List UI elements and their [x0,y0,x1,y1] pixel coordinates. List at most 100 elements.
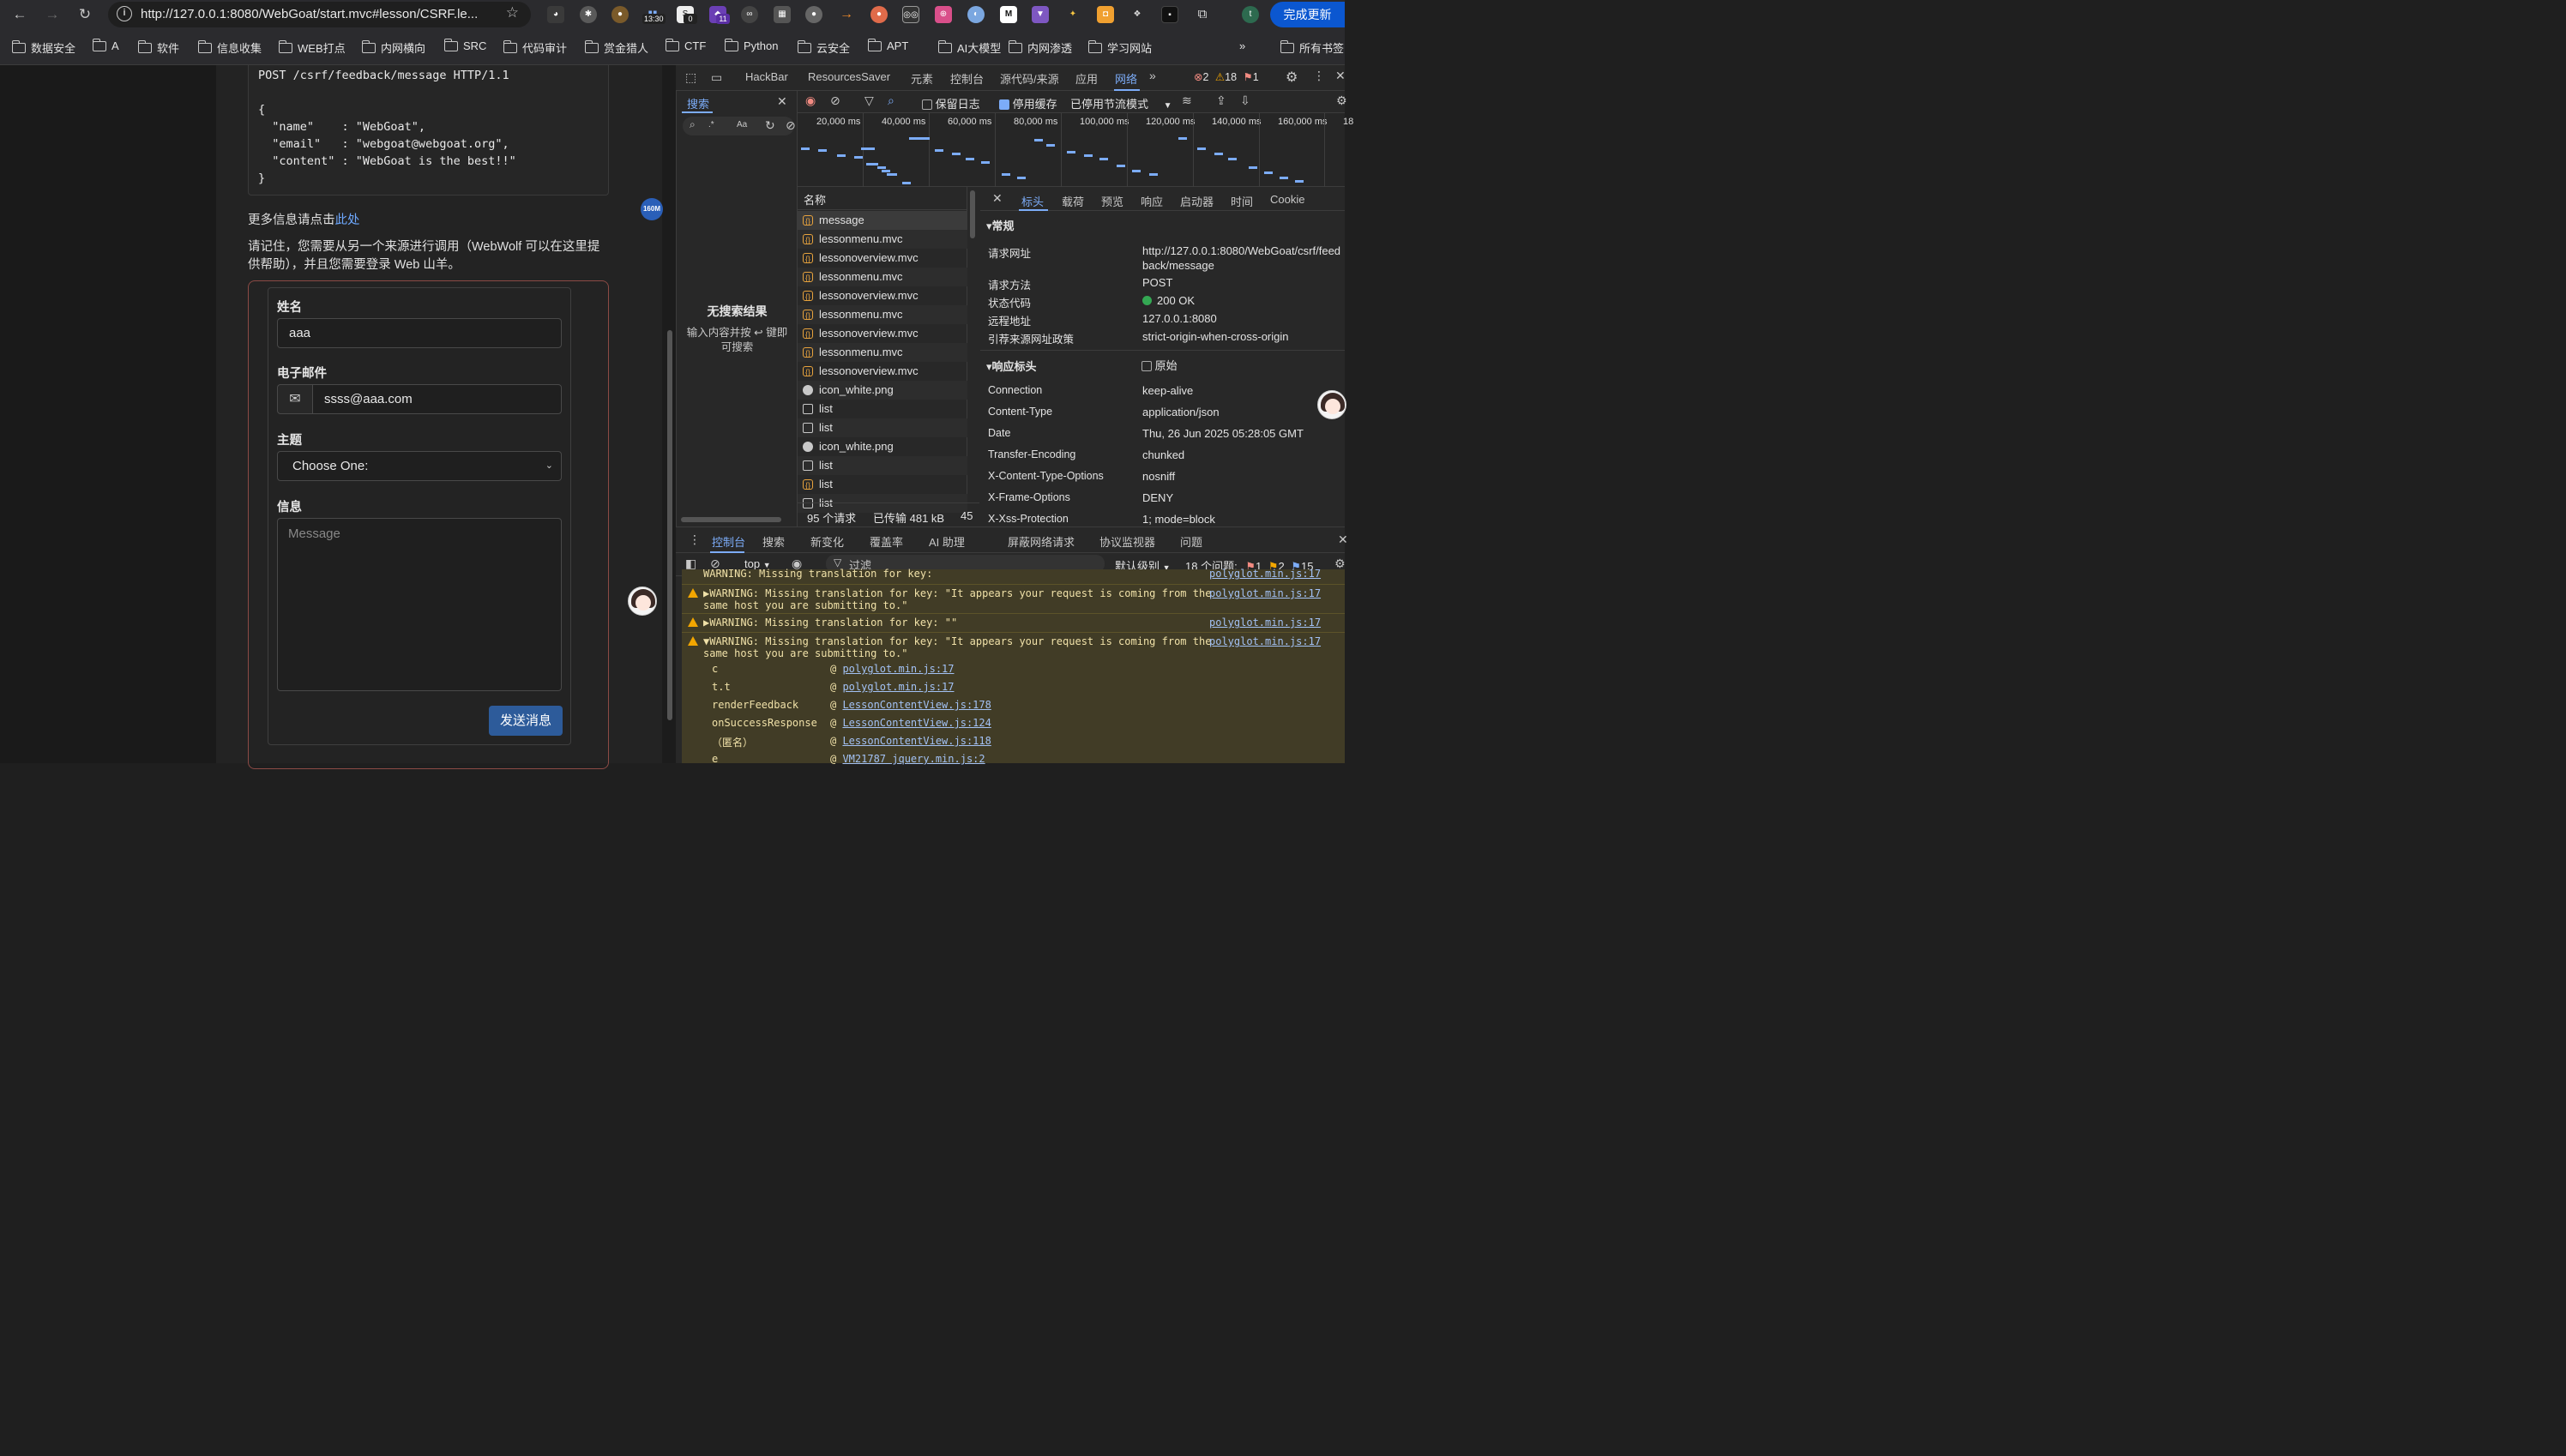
devtools-tab[interactable]: 源代码/来源 [1000,70,1059,87]
search-close-icon[interactable]: ✕ [777,94,787,109]
extensions-menu-icon[interactable]: ⧉ [1194,6,1211,23]
bookmark-folder[interactable]: 数据安全 [11,39,75,56]
extension-shield-icon[interactable]: ▼ [1032,6,1049,23]
request-row[interactable]: {} lessonoverview.mvc [798,324,967,343]
drawer-tab[interactable]: 问题 [1180,533,1202,550]
warning-source-link[interactable]: polyglot.min.js:17 [1209,617,1321,629]
detail-tab[interactable]: 预览 [1101,193,1123,209]
request-row[interactable]: {} lessonmenu.mvc [798,343,967,362]
drawer-tab[interactable]: 屏蔽网络请求 [1008,533,1075,550]
network-conditions-icon[interactable]: ≋ [1182,93,1192,108]
extension-ninja-icon[interactable]: ◕ [547,6,564,23]
name-column-header[interactable]: 名称 [798,187,967,210]
import-har-icon[interactable]: ⇪ [1216,93,1226,108]
extension-glasses-icon[interactable]: ◎◎ [902,6,919,23]
detail-tab[interactable]: 标头 [1021,193,1044,209]
drawer-tab[interactable]: 协议监视器 [1099,533,1155,550]
extension-js-icon[interactable]: ● [805,6,822,23]
request-list-scrollbar[interactable] [970,190,975,238]
request-row[interactable]: list [798,456,967,475]
bookmarks-overflow-icon[interactable]: » [1239,39,1245,52]
more-tabs-chevron-icon[interactable]: » [1149,69,1156,82]
back-arrow-icon[interactable]: ← [10,5,29,24]
devtools-menu-icon[interactable]: ⋮ [1313,69,1325,83]
bookmark-folder[interactable]: Python [724,38,778,52]
site-info-icon[interactable]: i [117,6,132,21]
extension-blue-circle-icon[interactable]: ◐ [967,6,985,23]
console-warning-3-expanded[interactable]: ▼WARNING: Missing translation for key: "… [682,632,1345,763]
address-bar[interactable]: i http://127.0.0.1:8080/WebGoat/start.mv… [108,2,531,27]
raw-checkbox[interactable]: 原始 [1141,357,1178,373]
console-warning-1[interactable]: ▶WARNING: Missing translation for key: "… [682,584,1345,613]
extension-wand-icon[interactable]: ✦ [1064,6,1081,23]
stack-source-link[interactable]: LessonContentView.js:118 [842,735,991,747]
bookmark-folder[interactable]: A [92,38,119,52]
search-panel-title[interactable]: 搜索 [687,95,709,111]
console-warning-clipped[interactable]: WARNING: Missing translation for key: po… [682,568,1345,584]
network-search-icon[interactable]: ⌕ [888,93,894,108]
export-har-icon[interactable]: ⇩ [1240,93,1250,108]
extension-puzzle-icon[interactable]: ❖ [1129,6,1146,23]
stack-source-link[interactable]: polyglot.min.js:17 [842,681,954,693]
warning-source-link[interactable]: polyglot.min.js:17 [1209,587,1321,599]
devtools-tab[interactable]: 控制台 [950,70,984,87]
detail-tab[interactable]: 响应 [1141,193,1163,209]
network-settings-icon[interactable]: ⚙ [1336,93,1347,108]
search-input[interactable]: ⌕ .* Aa [683,117,794,135]
drawer-tab[interactable]: 搜索 [762,533,785,550]
request-row[interactable]: {} lessonoverview.mvc [798,286,967,305]
bookmark-folder[interactable]: WEB打点 [278,39,346,56]
forward-arrow-icon[interactable]: → [43,5,62,24]
devtools-tab[interactable]: 元素 [911,70,933,87]
record-stop-icon[interactable]: ◉ [805,93,816,108]
regex-toggle[interactable]: .* [708,120,714,129]
bookmark-folder[interactable]: 学习网站 [1087,39,1152,56]
network-overview-timeline[interactable]: 20,000 ms 40,000 ms 60,000 ms 80,000 ms 100,… [798,113,1353,187]
extension-arrow-icon[interactable]: → [838,6,855,23]
console-warning-2[interactable]: ▶WARNING: Missing translation for key: "… [682,613,1345,632]
bookmark-folder[interactable]: 信息收集 [197,39,262,56]
reload-icon[interactable]: ↻ [75,5,94,24]
bookmark-folder[interactable]: APT [867,38,908,52]
extension-gear-icon[interactable]: ✱ [580,6,597,23]
bookmark-folder[interactable]: 内网横向 [361,39,425,56]
clear-log-icon[interactable]: ⊘ [830,93,840,108]
drawer-tab[interactable]: 控制台 [712,533,745,550]
extension-orange-icon[interactable]: ◘ [1097,6,1114,23]
request-row[interactable]: {} list [798,475,967,494]
drawer-menu-icon[interactable]: ⋮ [689,532,701,547]
request-row[interactable]: {} lessonmenu.mvc [798,268,967,286]
subject-select[interactable]: Choose One: ⌄ [277,451,562,481]
bookmark-folder[interactable]: 软件 [137,39,179,56]
more-info-link[interactable]: 此处 [335,214,360,227]
search-refresh-icon[interactable]: ↻ [765,118,775,133]
devtools-tab[interactable]: 应用 [1075,70,1098,87]
request-row[interactable]: list [798,418,967,437]
drawer-tab[interactable]: AI 助理 [929,533,965,550]
disable-cache-checkbox[interactable]: 停用缓存 [999,95,1057,111]
request-row[interactable]: {} lessonmenu.mvc [798,305,967,324]
drawer-close-icon[interactable]: ✕ [1338,532,1348,547]
preserve-log-checkbox[interactable]: 保留日志 [922,95,980,111]
stack-source-link[interactable]: LessonContentView.js:124 [842,717,991,729]
page-scrollbar-thumb[interactable] [667,330,672,720]
devtools-tab[interactable]: HackBar [745,70,788,83]
devtools-tab[interactable]: 网络 [1115,70,1137,87]
general-section-header[interactable]: ▾常规 [980,213,1345,235]
url-text[interactable]: http://127.0.0.1:8080/WebGoat/start.mvc#… [141,7,478,21]
device-toggle-icon[interactable]: ▭ [711,70,722,85]
detail-close-icon[interactable]: ✕ [992,191,1003,206]
inspect-element-icon[interactable]: ⬚ [685,70,696,85]
request-row[interactable]: {} lessonoverview.mvc [798,362,967,381]
detail-tab[interactable]: 载荷 [1062,193,1084,209]
drawer-tab[interactable]: 覆盖率 [870,533,903,550]
stack-source-link[interactable]: VM21787 jquery.min.js:2 [842,753,985,765]
warning-source-link[interactable]: polyglot.min.js:17 [1209,568,1321,580]
request-row[interactable]: {} message [798,211,967,230]
request-row[interactable]: {} lessonoverview.mvc [798,249,967,268]
stack-source-link[interactable]: LessonContentView.js:178 [842,699,991,711]
update-button[interactable]: 完成更新 [1270,2,1345,27]
detail-tab[interactable]: 时间 [1231,193,1253,209]
request-row[interactable]: {} lessonmenu.mvc [798,230,967,249]
devtools-tab[interactable]: ResourcesSaver [808,70,890,83]
